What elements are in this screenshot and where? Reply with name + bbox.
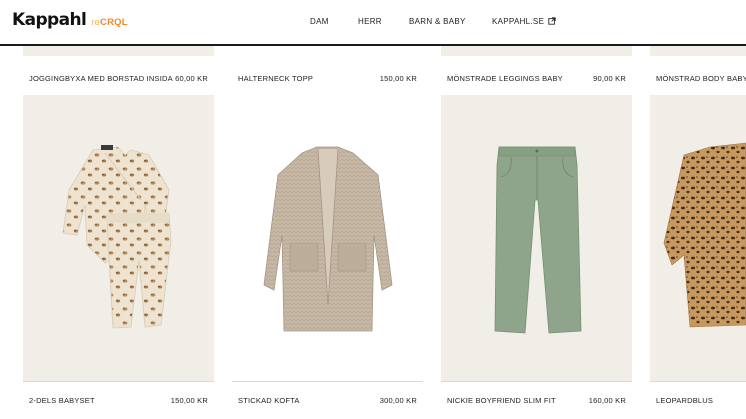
main-nav: DAM HERR BARN & BABY KAPPAHL.SE [0,17,746,29]
baby-set-illustration [62,145,172,329]
green-trousers-image[interactable] [441,95,632,381]
product-card[interactable]: STICKAD KOFTA 300,00 KR [232,95,423,419]
product-card[interactable]: NICKIE BOYFRIEND SLIM FIT 160,00 KR [441,95,632,419]
product-card[interactable]: LEOPARDBLUS [650,95,746,419]
product-price: 160,00 KR [588,396,626,405]
product-name[interactable]: STICKAD KOFTA [238,396,300,405]
product-card[interactable]: JOGGINGBYXA MED BORSTAD INSIDA 60,00 KR [23,46,214,90]
nav-item-dam[interactable]: DAM [310,17,329,26]
leopard-blouse-image[interactable] [650,95,746,381]
product-name[interactable]: MÖNSTRAD BODY BABY [656,74,746,83]
leopard-blouse-illustration [663,142,746,328]
product-name[interactable]: HALTERNECK TOPP [238,74,313,83]
product-price: 60,00 KR [175,74,208,83]
product-card[interactable]: MÖNSTRADE LEGGINGS BABY 90,00 KR [441,46,632,90]
nav-item-herr[interactable]: HERR [358,17,382,26]
product-price: 150,00 KR [379,74,417,83]
site-header: Kappahl reCRQL DAM HERR BARN & BABY KAPP… [0,0,746,46]
product-price: 300,00 KR [379,396,417,405]
product-card[interactable]: HALTERNECK TOPP 150,00 KR [232,46,423,90]
product-name[interactable]: NICKIE BOYFRIEND SLIM FIT [447,396,556,405]
product-image[interactable] [232,46,423,56]
baby-set-image[interactable] [23,95,214,381]
product-name[interactable]: LEOPARDBLUS [656,396,713,405]
nav-item-barn-baby[interactable]: BARN & BABY [409,17,466,26]
product-name[interactable]: MÖNSTRADE LEGGINGS BABY [447,74,563,83]
product-price: 150,00 KR [170,396,208,405]
nav-item-kappahl-se[interactable]: KAPPAHL.SE [492,17,556,26]
product-image[interactable] [650,46,746,56]
product-name[interactable]: 2-DELS BABYSET [29,396,95,405]
knit-cardigan-image[interactable] [232,95,423,381]
product-image[interactable] [23,46,214,56]
product-card[interactable]: 2-DELS BABYSET 150,00 KR [23,95,214,419]
product-image[interactable] [441,46,632,56]
trousers-illustration [494,146,582,334]
cardigan-illustration [263,146,393,332]
product-card[interactable]: MÖNSTRAD BODY BABY [650,46,746,90]
product-price: 90,00 KR [593,74,626,83]
product-name[interactable]: JOGGINGBYXA MED BORSTAD INSIDA [29,74,173,83]
external-link-icon [548,17,556,25]
